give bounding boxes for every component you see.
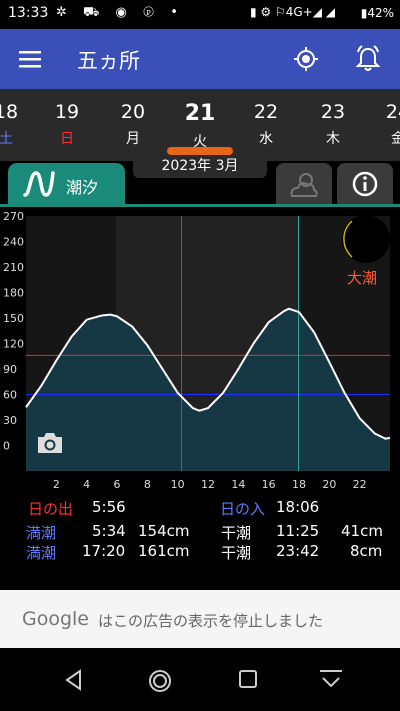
high-tide-value: 161cm	[138, 542, 190, 560]
x-tick-label: 8	[144, 478, 151, 491]
alarm-bell-icon[interactable]	[355, 45, 381, 73]
selected-date-indicator	[167, 147, 233, 155]
x-tick-label: 14	[231, 478, 245, 491]
low-tide-label: 干潮	[221, 524, 252, 542]
y-tick-label: 240	[3, 236, 24, 249]
y-tick-label: 150	[3, 312, 24, 325]
sunrise-label: 日の出	[28, 500, 74, 518]
date-weekday: 月	[126, 131, 140, 147]
x-tick-label: 16	[262, 478, 276, 491]
keyboard-hide-icon[interactable]	[318, 668, 344, 692]
camera-icon[interactable]	[36, 431, 64, 455]
high-tide-time: 5:34	[92, 522, 126, 540]
y-tick-label: 90	[3, 363, 17, 376]
date-selector: 18 土 19 日 20 月 21火 22 水 23 木 24 金	[0, 89, 400, 161]
ad-message: はこの広告の表示を停止しました	[98, 612, 324, 630]
low-tide-value: 8cm	[350, 542, 383, 560]
x-tick-label: 4	[83, 478, 90, 491]
date-number: 19	[54, 101, 80, 123]
home-icon[interactable]	[147, 668, 173, 694]
high-tide-value: 154cm	[138, 522, 190, 540]
menu-icon[interactable]	[18, 47, 42, 71]
status-time: 13:33	[8, 5, 49, 21]
date-item[interactable]: 24 金	[378, 101, 400, 148]
y-tick-label: 30	[3, 414, 17, 427]
date-item[interactable]: 20 月	[113, 101, 153, 148]
notification-icons: ✲ ⛟ ◉ ⓟ •	[56, 5, 184, 20]
location-icon[interactable]	[293, 46, 319, 72]
sunset-time: 18:06	[276, 498, 320, 516]
signal-icons: ▮ ⚙ ⚐4G+◢ ◢	[250, 5, 336, 19]
date-weekday: 木	[326, 131, 340, 147]
y-tick-label: 120	[3, 338, 24, 351]
high-tide-label: 満潮	[26, 544, 57, 562]
app-bar: 五ヵ所	[0, 29, 400, 89]
x-tick-label: 10	[171, 478, 185, 491]
date-item-selected[interactable]: 21 火	[180, 101, 220, 151]
date-weekday: 金	[391, 131, 400, 147]
x-tick-label: 12	[201, 478, 215, 491]
sunset-label: 日の入	[220, 500, 266, 518]
info-icon	[352, 171, 378, 197]
date-number: 24	[385, 101, 400, 123]
status-bar: 13:33 ✲ ⛟ ◉ ⓟ • ▮ ⚙ ⚐4G+◢ ◢ ▮42%	[0, 0, 400, 29]
tide-wave-icon	[23, 171, 55, 197]
low-tide-label: 干潮	[221, 544, 252, 562]
back-icon[interactable]	[62, 668, 86, 692]
tab-tide-label: 潮汐	[66, 178, 99, 197]
tab-info[interactable]	[337, 163, 393, 205]
date-number: 22	[253, 101, 279, 123]
y-tick-label: 0	[3, 440, 10, 453]
network-type: 4G+	[285, 5, 313, 19]
low-tide-time: 23:42	[276, 542, 320, 560]
y-tick-label: 60	[3, 389, 17, 402]
page-title: 五ヵ所	[77, 49, 140, 73]
year-month-label: 2023年 3月	[133, 155, 267, 178]
x-tick-label: 20	[322, 478, 336, 491]
low-tide-time: 11:25	[276, 522, 320, 540]
x-tick-label: 6	[114, 478, 121, 491]
recent-apps-icon[interactable]	[237, 668, 259, 690]
y-tick-label: 210	[3, 261, 24, 274]
battery-percent: 42%	[367, 6, 394, 20]
date-number: 18	[0, 101, 19, 123]
date-item[interactable]: 18 土	[0, 101, 26, 148]
y-tick-label: 180	[3, 287, 24, 300]
x-tick-label: 18	[292, 478, 306, 491]
system-nav-bar	[0, 648, 400, 711]
tide-chart: 270 240 210 180 150 120 90 60 30 0 2 4 6 8 10 12 14 16 18 2…	[0, 207, 400, 495]
ad-banner[interactable]: Google はこの広告の表示を停止しました	[0, 590, 400, 648]
date-number: 21	[184, 101, 216, 126]
date-weekday: 日	[60, 131, 74, 147]
tide-info: 日の出 5:56 日の入 18:06 満潮 5:34 154cm 干潮 11:2…	[0, 495, 400, 570]
date-weekday: 水	[259, 131, 273, 147]
date-item[interactable]: 23 木	[313, 101, 353, 148]
tab-tide[interactable]: 潮汐	[8, 163, 125, 205]
date-weekday: 土	[0, 131, 13, 147]
tab-weather[interactable]	[276, 163, 332, 205]
google-logo: Google	[22, 608, 90, 630]
sunrise-time: 5:56	[92, 498, 126, 516]
x-tick-label: 22	[353, 478, 367, 491]
date-item[interactable]: 22 水	[246, 101, 286, 148]
tide-type-label: 大潮	[347, 269, 378, 287]
high-tide-label: 満潮	[26, 524, 57, 542]
date-number: 23	[320, 101, 346, 123]
moon-phase-icon	[342, 215, 390, 263]
date-item[interactable]: 19 日	[47, 101, 87, 148]
high-tide-time: 17:20	[82, 542, 126, 560]
y-tick-label: 270	[3, 210, 24, 223]
weather-cloud-icon	[290, 173, 318, 197]
low-tide-value: 41cm	[341, 522, 383, 540]
x-tick-label: 2	[53, 478, 60, 491]
battery-level: ▮42%	[360, 6, 394, 20]
date-number: 20	[120, 101, 146, 123]
